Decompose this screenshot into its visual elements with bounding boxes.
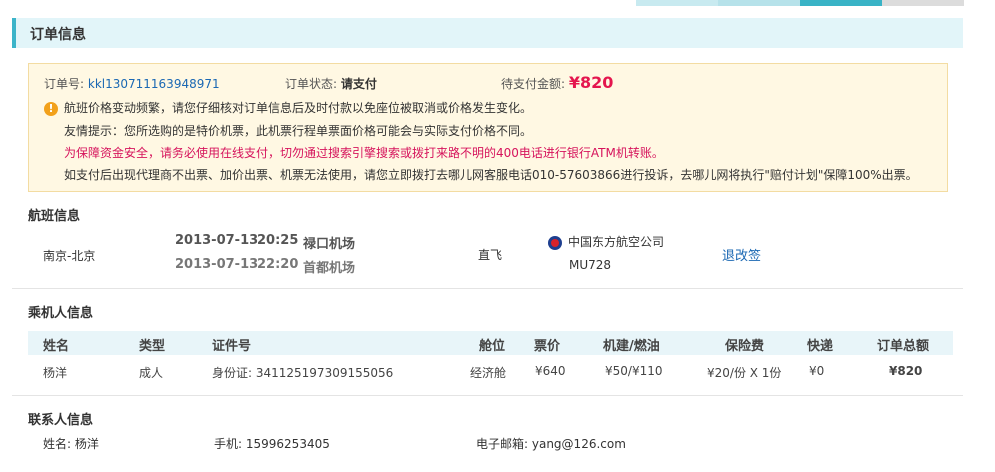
pay-amount-row: 待支付金额: ¥820	[501, 73, 613, 92]
order-info-header: 订单信息	[12, 18, 963, 48]
progress-step-4	[882, 0, 964, 6]
col-type: 类型	[139, 339, 166, 354]
divider	[12, 395, 963, 396]
departure-airport: 禄口机场	[303, 237, 356, 252]
contact-email-row: 电子邮箱: yang@126.com	[476, 435, 626, 452]
departure-date: 2013-07-13	[175, 233, 259, 248]
ticket-tip-text: 友情提示：您所选购的是特价机票，此机票行程单票面价格可能会与实际支付价格不同。	[64, 124, 533, 138]
order-status-label: 订单状态:	[285, 77, 338, 91]
col-id: 证件号	[212, 339, 252, 354]
progress-step-1	[636, 0, 718, 6]
passenger-id: 身份证: 341125197309155056	[212, 366, 394, 380]
order-notice-box: 订单号: kkl130711163948971 订单状态: 请支付 待支付金额:…	[28, 63, 948, 192]
passenger-table-header: 姓名 类型 证件号 舱位 票价 机建/燃油 保险费 快递 订单总额	[28, 331, 953, 355]
complaint-notice-text: 如支付后出现代理商不出票、加价出票、机票无法使用，请您立即拨打去哪儿网客服电话0…	[64, 168, 918, 182]
order-progress-bar	[636, 0, 964, 6]
contact-phone-label: 手机:	[214, 437, 243, 451]
col-cabin: 舱位	[479, 339, 506, 354]
arrival-date: 2013-07-13	[175, 257, 259, 272]
order-status-row: 订单状态: 请支付	[285, 75, 377, 92]
pay-amount-value: ¥820	[568, 73, 614, 92]
flight-type: 直飞	[478, 248, 503, 262]
security-warning-text: 为保障资金安全，请务必使用在线支付，切勿通过搜索引擎搜索或拨打来路不明的400电…	[64, 146, 664, 160]
contact-name-label: 姓名:	[43, 437, 72, 451]
order-number-value[interactable]: kkl130711163948971	[88, 77, 220, 91]
passenger-express: ¥0	[809, 364, 825, 378]
refund-change-link[interactable]: 退改签	[722, 245, 761, 264]
order-total: ¥820	[889, 364, 923, 378]
progress-step-2	[718, 0, 800, 6]
contact-email-label: 电子邮箱:	[476, 437, 529, 451]
passenger-tax: ¥50/¥110	[605, 364, 663, 378]
flight-route: 南京-北京	[43, 249, 96, 263]
passenger-info-title: 乘机人信息	[28, 306, 94, 321]
contact-name-value: 杨洋	[74, 437, 99, 451]
airline-name: 中国东方航空公司	[568, 235, 665, 249]
warning-icon: !	[44, 101, 58, 116]
col-price: 票价	[534, 339, 561, 354]
passenger-price: ¥640	[535, 364, 566, 378]
contact-info-title: 联系人信息	[28, 413, 94, 428]
passenger-cabin: 经济舱	[470, 366, 507, 380]
arrival-airport: 首都机场	[303, 261, 356, 276]
pay-amount-label: 待支付金额:	[501, 77, 566, 91]
contact-phone-value: 15996253405	[245, 437, 330, 451]
col-total: 订单总额	[877, 339, 930, 354]
passenger-type: 成人	[139, 366, 164, 380]
passenger-insurance: ¥20/份 X 1份	[707, 366, 782, 380]
section-title: 订单信息	[30, 27, 86, 43]
progress-step-3-active	[800, 0, 882, 6]
col-tax: 机建/燃油	[603, 339, 660, 354]
contact-email-value: yang@126.com	[531, 437, 626, 451]
divider	[12, 288, 963, 289]
order-status-value: 请支付	[340, 77, 377, 91]
china-eastern-logo-icon	[548, 235, 562, 250]
departure-time: 20:25	[257, 233, 299, 248]
arrival-time: 22:20	[257, 257, 299, 272]
col-insurance: 保险费	[725, 339, 765, 354]
airline-row: 中国东方航空公司	[548, 233, 664, 250]
price-warning-row: ! 航班价格变动频繁，请您仔细核对订单信息后及时付款以免座位被取消或价格发生变化。	[44, 99, 532, 116]
contact-phone-row: 手机: 15996253405	[214, 435, 330, 452]
order-number-row: 订单号: kkl130711163948971	[44, 75, 220, 92]
flight-number: MU728	[569, 258, 612, 272]
flight-info-title: 航班信息	[28, 209, 81, 224]
col-name: 姓名	[43, 339, 70, 354]
col-express: 快递	[807, 339, 834, 354]
order-number-label: 订单号:	[44, 77, 85, 91]
contact-name-row: 姓名: 杨洋	[43, 435, 99, 452]
passenger-name: 杨洋	[43, 366, 68, 380]
price-warning-text: 航班价格变动频繁，请您仔细核对订单信息后及时付款以免座位被取消或价格发生变化。	[64, 101, 533, 115]
